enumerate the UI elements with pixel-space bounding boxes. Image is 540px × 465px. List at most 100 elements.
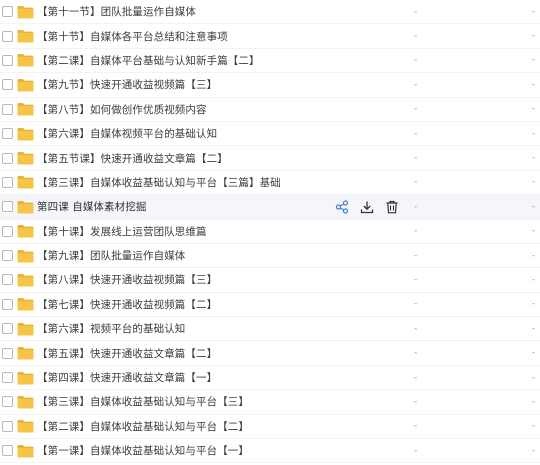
share-icon[interactable] <box>334 199 350 215</box>
file-name[interactable]: 【第六课】视频平台的基础认知 <box>37 321 185 336</box>
row-checkbox[interactable] <box>2 225 13 237</box>
file-name[interactable]: 第四课 自媒体素材挖掘 <box>37 199 146 214</box>
file-size: - <box>414 226 418 237</box>
file-size: - <box>414 6 418 17</box>
file-size: - <box>414 128 418 139</box>
row-checkbox[interactable] <box>2 323 13 335</box>
file-name[interactable]: 【第七课】快速开通收益视频篇【二】 <box>37 297 217 312</box>
file-date: - <box>532 396 536 407</box>
file-date: - <box>532 6 536 17</box>
file-name[interactable]: 【第三课】自媒体收益基础认知与平台【三篇】基础 <box>37 175 281 190</box>
file-date: - <box>532 201 536 212</box>
folder-icon <box>17 395 34 409</box>
file-size: - <box>414 55 418 66</box>
file-size: - <box>414 323 418 334</box>
row-checkbox[interactable] <box>2 274 13 286</box>
file-date: - <box>532 177 536 188</box>
file-date: - <box>532 299 536 310</box>
file-row[interactable]: 【第六课】自媒体视频平台的基础认知 - - <box>0 122 540 147</box>
file-row[interactable]: 【第六课】视频平台的基础认知 - - <box>0 317 540 342</box>
file-name[interactable]: 【第六课】自媒体视频平台的基础认知 <box>37 126 217 141</box>
file-size: - <box>414 299 418 310</box>
file-name[interactable]: 【第八节】如何做创作优质视频内容 <box>37 102 207 117</box>
folder-icon <box>17 200 34 214</box>
folder-icon <box>17 103 34 116</box>
file-name[interactable]: 【第十一节】团队批量运作自媒体 <box>37 4 196 19</box>
file-size: - <box>414 348 418 359</box>
file-date: - <box>532 104 536 115</box>
folder-icon <box>17 5 34 19</box>
row-checkbox[interactable] <box>2 372 13 384</box>
file-row[interactable]: 【第八节】如何做创作优质视频内容 - - <box>0 98 540 122</box>
folder-icon <box>17 298 34 311</box>
folder-icon <box>17 371 34 385</box>
folder-icon <box>17 249 34 263</box>
row-checkbox[interactable] <box>2 54 13 66</box>
file-size: - <box>414 104 418 115</box>
file-row[interactable]: 【第九节】快速开通收益视频篇【三】 - - <box>0 73 540 98</box>
row-checkbox[interactable] <box>2 79 13 91</box>
file-row[interactable]: 【第一课】自媒体收益基础认知与平台【一】 - - <box>0 439 540 464</box>
file-size: - <box>414 153 418 164</box>
download-icon[interactable] <box>359 199 375 215</box>
file-date: - <box>532 274 536 285</box>
row-checkbox[interactable] <box>2 103 13 115</box>
folder-icon <box>17 444 34 458</box>
folder-icon <box>17 78 34 92</box>
file-row[interactable]: 【第二课】自媒体收益基础认知与平台【二】 - - <box>0 415 540 440</box>
file-date: - <box>532 421 536 432</box>
file-date: - <box>532 153 536 164</box>
file-row[interactable]: 【第五节课】快速开通收益文章篇【二】 - - <box>0 146 540 171</box>
row-checkbox[interactable] <box>2 420 13 432</box>
file-size: - <box>414 31 418 42</box>
file-row[interactable]: 【第九课】团队批量运作自媒体 - - <box>0 244 540 269</box>
file-size: - <box>414 396 418 407</box>
row-checkbox[interactable] <box>2 347 13 359</box>
row-checkbox[interactable] <box>2 250 13 262</box>
row-checkbox[interactable] <box>2 30 13 42</box>
file-row[interactable]: 【第四课】快速开通收益文章篇【一】 - - <box>0 366 540 391</box>
folder-icon <box>17 176 34 189</box>
file-name[interactable]: 【第十课】发展线上运营团队思维篇 <box>37 224 207 239</box>
file-name[interactable]: 【第九课】团队批量运作自媒体 <box>37 248 185 263</box>
file-row[interactable]: 【第八课】快速开通收益视频篇【三】 - - <box>0 268 540 293</box>
row-checkbox[interactable] <box>2 6 13 18</box>
file-row[interactable]: 【第三课】自媒体收益基础认知与平台【三篇】基础 - - <box>0 171 540 196</box>
file-name[interactable]: 【第二课】自媒体平台基础与认知新手篇【二】 <box>37 53 260 68</box>
file-date: - <box>532 348 536 359</box>
file-row[interactable]: 【第五课】快速开通收益文章篇【二】 - - <box>0 341 540 366</box>
folder-icon <box>17 30 34 43</box>
file-date: - <box>532 55 536 66</box>
file-row[interactable]: 【第三课】自媒体收益基础认知与平台【三】 - - <box>0 390 540 415</box>
file-row-hovered[interactable]: 第四课 自媒体素材挖掘 - - <box>0 195 540 220</box>
file-name[interactable]: 【第九节】快速开通收益视频篇【三】 <box>37 77 217 92</box>
file-name[interactable]: 【第三课】自媒体收益基础认知与平台【三】 <box>37 394 249 409</box>
folder-icon <box>17 54 34 67</box>
file-row[interactable]: 【第二课】自媒体平台基础与认知新手篇【二】 - - <box>0 49 540 74</box>
file-date: - <box>532 372 536 383</box>
file-row[interactable]: 【第七课】快速开通收益视频篇【二】 - - <box>0 293 540 318</box>
file-row[interactable]: 【第十节】自媒体各平台总结和注意事项 - - <box>0 24 540 49</box>
file-row[interactable]: 【第十课】发展线上运营团队思维篇 - - <box>0 220 540 244</box>
file-name[interactable]: 【第四课】快速开通收益文章篇【一】 <box>37 370 217 385</box>
row-checkbox[interactable] <box>2 128 13 140</box>
row-checkbox[interactable] <box>2 176 13 188</box>
folder-icon <box>17 347 34 360</box>
row-checkbox[interactable] <box>2 445 13 457</box>
file-row[interactable]: 【第十一节】团队批量运作自媒体 - - <box>0 0 540 25</box>
file-name[interactable]: 【第五课】快速开通收益文章篇【二】 <box>37 346 217 361</box>
file-date: - <box>532 445 536 456</box>
folder-icon <box>17 273 34 287</box>
row-checkbox[interactable] <box>2 298 13 310</box>
trash-icon[interactable] <box>384 199 400 215</box>
row-checkbox[interactable] <box>2 152 13 164</box>
file-list: 【第十一节】团队批量运作自媒体 - - 【第十节】自媒体各平台总结和注意事项 - - 【… <box>0 0 540 464</box>
row-checkbox[interactable] <box>2 396 13 408</box>
file-name[interactable]: 【第二课】自媒体收益基础认知与平台【二】 <box>37 419 249 434</box>
row-checkbox[interactable] <box>2 201 13 213</box>
file-name[interactable]: 【第五节课】快速开通收益文章篇【二】 <box>37 151 228 166</box>
file-name[interactable]: 【第八课】快速开通收益视频篇【三】 <box>37 272 217 287</box>
file-name[interactable]: 【第一课】自媒体收益基础认知与平台【一】 <box>37 443 249 458</box>
file-name[interactable]: 【第十节】自媒体各平台总结和注意事项 <box>37 29 228 44</box>
file-date: - <box>532 226 536 237</box>
